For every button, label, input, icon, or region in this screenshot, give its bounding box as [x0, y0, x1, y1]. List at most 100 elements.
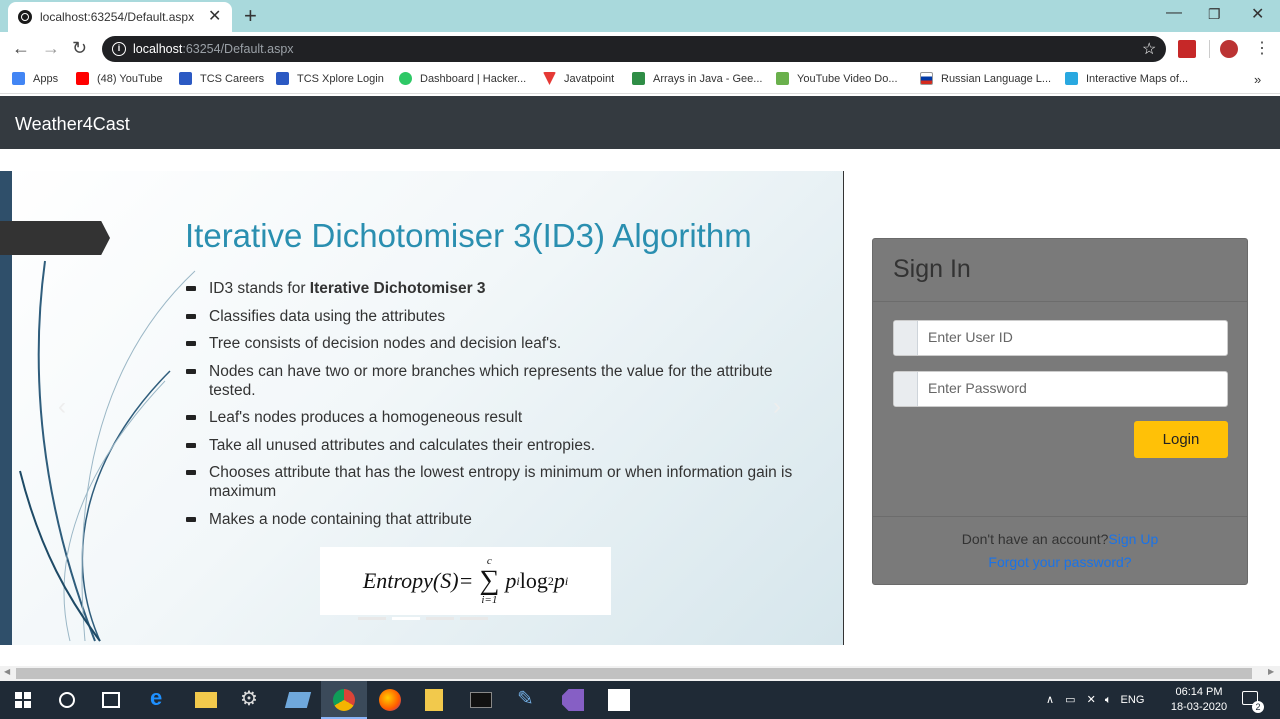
acrobat-extension-icon[interactable] [1178, 40, 1196, 58]
bookmark-tcs-careers[interactable]: TCS Careers [179, 72, 264, 85]
carousel-indicator-active[interactable] [392, 617, 420, 620]
bookmark-youtube-downloader[interactable]: YouTube Video Do... [776, 72, 898, 85]
pencil-app-icon[interactable]: ✎ [517, 686, 539, 710]
clock-date: 18-03-2020 [1170, 701, 1228, 713]
reload-icon[interactable]: ↻ [72, 38, 87, 59]
browser-tab[interactable]: localhost:63254/Default.aspx ✕ [8, 2, 232, 32]
youtube-icon [76, 72, 89, 85]
menu-kebab-icon[interactable]: ⋮ [1254, 38, 1270, 58]
formula-p2: p [553, 568, 565, 593]
user-id-input[interactable] [928, 329, 1218, 345]
bullet-item: Chooses attribute that has the lowest en… [186, 463, 806, 501]
file-explorer-icon[interactable] [195, 692, 217, 708]
address-bar[interactable]: i localhost:63254/Default.aspx ☆ [102, 36, 1166, 62]
bookmarks-overflow-icon[interactable]: » [1254, 72, 1261, 87]
scroll-left-icon[interactable]: ◀ [4, 667, 10, 676]
taskbar-clock[interactable]: 06:14 PM 18-03-2020 [1164, 685, 1234, 715]
scroll-right-icon[interactable]: ▶ [1268, 667, 1274, 676]
edge-browser-icon[interactable]: e [150, 685, 172, 710]
card-footer-divider [873, 516, 1247, 517]
maps-icon [1065, 72, 1078, 85]
login-button[interactable]: Login [1134, 421, 1228, 458]
bullet-item: Tree consists of decision nodes and deci… [186, 334, 806, 353]
bookmark-geeksforgeeks[interactable]: Arrays in Java - Gee... [632, 72, 762, 85]
bullet-item: Leaf's nodes produces a homogeneous resu… [186, 408, 806, 427]
formula-p: p [505, 568, 517, 593]
slide-carousel: ‹ › Iterative Dichotomiser 3(ID3) Algori… [0, 171, 844, 645]
bookmark-youtube[interactable]: (48) YouTube [76, 72, 163, 85]
close-tab-icon[interactable]: ✕ [208, 6, 221, 26]
notepad-icon[interactable] [284, 692, 312, 708]
javatpoint-icon [543, 72, 556, 85]
tray-overflow-icon[interactable]: ∧ [1046, 694, 1054, 706]
bookmark-apps[interactable]: Apps [12, 72, 58, 85]
bookmark-javatpoint[interactable]: Javatpoint [543, 72, 614, 85]
firefox-icon[interactable] [379, 689, 401, 711]
settings-gear-icon[interactable]: ⚙ [240, 686, 262, 710]
bookmark-hackerrank[interactable]: Dashboard | Hacker... [399, 72, 526, 85]
battery-icon[interactable]: ▭ [1065, 694, 1075, 706]
formula-subscript: i [564, 573, 569, 588]
chrome-icon[interactable] [333, 689, 355, 711]
entropy-formula: Entropy(S)= c ∑ i=1 pi log 2 pi [320, 547, 611, 615]
info-icon[interactable]: i [112, 42, 126, 56]
tab-title: localhost:63254/Default.aspx [40, 10, 195, 24]
carousel-prev-icon[interactable]: ‹ [58, 393, 66, 421]
visual-studio-icon[interactable] [562, 689, 584, 711]
summation-symbol: c ∑ i=1 [479, 555, 500, 606]
terminal-icon[interactable] [470, 692, 492, 708]
search-icon[interactable] [59, 692, 75, 708]
bullet-item: Makes a node containing that attribute [186, 510, 806, 529]
signin-card: Sign In Login Don't have an account?Sign… [872, 238, 1248, 585]
horizontal-scrollbar[interactable]: ◀ ▶ [0, 666, 1280, 681]
carousel-indicator[interactable] [426, 617, 454, 620]
photos-icon[interactable] [608, 689, 630, 711]
bookmark-star-icon[interactable]: ☆ [1142, 39, 1156, 59]
user-id-prepend [894, 321, 918, 355]
network-icon[interactable]: ✕ [1087, 694, 1096, 706]
forgot-password-link[interactable]: Forgot your password? [873, 554, 1247, 570]
slide-bullet-list: ID3 stands for Iterative Dichotomiser 3 … [186, 279, 806, 537]
profile-avatar[interactable] [1220, 40, 1238, 58]
maximize-icon[interactable]: ❐ [1208, 6, 1221, 23]
volume-icon[interactable]: 🔈︎ [1105, 694, 1112, 706]
password-input[interactable] [928, 380, 1218, 396]
geeksforgeeks-icon [632, 72, 645, 85]
browser-tab-strip: localhost:63254/Default.aspx ✕ + — ❐ ✕ [0, 0, 1280, 32]
bookmark-interactive-maps[interactable]: Interactive Maps of... [1065, 72, 1188, 85]
windows-start-icon[interactable] [15, 692, 31, 708]
minimize-icon[interactable]: — [1166, 4, 1182, 22]
bullet-item: Classifies data using the attributes [186, 307, 806, 326]
bullet-item: Nodes can have two or more branches whic… [186, 362, 806, 400]
system-tray: ∧ ▭ ✕ 🔈︎ ENG [1046, 693, 1144, 707]
bullet-item: Take all unused attributes and calculate… [186, 436, 806, 455]
site-favicon-icon [18, 10, 32, 24]
carousel-indicator[interactable] [460, 617, 488, 620]
windows-taskbar: e ⚙ ✎ ∧ ▭ ✕ 🔈︎ ENG 06:14 PM 18-03-2020 2 [0, 681, 1280, 719]
bookmark-russian-language[interactable]: Russian Language L... [920, 72, 1051, 85]
signup-link[interactable]: Sign Up [1108, 531, 1158, 547]
task-view-icon[interactable] [102, 692, 120, 708]
signin-title: Sign In [893, 255, 971, 283]
password-field [893, 371, 1228, 407]
notification-count-badge: 2 [1252, 701, 1264, 713]
sum-lower-limit: i=1 [481, 594, 498, 606]
tcs-icon [179, 72, 192, 85]
bookmark-tcs-xplore[interactable]: TCS Xplore Login [276, 72, 384, 85]
tcs-icon [276, 72, 289, 85]
forward-arrow-icon[interactable]: → [42, 38, 60, 59]
scrollbar-thumb[interactable] [16, 668, 1252, 679]
slide-arrow-shape [0, 221, 110, 255]
back-arrow-icon[interactable]: ← [12, 38, 30, 59]
slide-title: Iterative Dichotomiser 3(ID3) Algorithm [185, 217, 752, 254]
clock-time: 06:14 PM [1175, 686, 1223, 698]
bookmarks-bar: Apps (48) YouTube TCS Careers TCS Xplore… [0, 66, 1280, 94]
language-indicator[interactable]: ENG [1121, 694, 1145, 706]
brand-link[interactable]: Weather4Cast [15, 114, 130, 135]
toolbar-divider [1209, 40, 1210, 58]
url-text: localhost:63254/Default.aspx [133, 42, 294, 56]
close-window-icon[interactable]: ✕ [1251, 4, 1264, 24]
carousel-indicator[interactable] [358, 617, 386, 620]
new-tab-button[interactable]: + [244, 3, 257, 29]
database-tool-icon[interactable] [425, 689, 443, 711]
